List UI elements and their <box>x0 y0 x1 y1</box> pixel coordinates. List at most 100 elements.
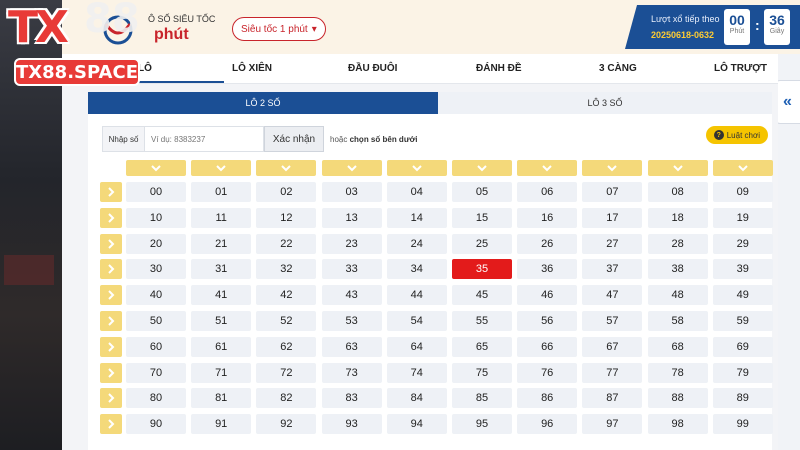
row-select-1[interactable] <box>100 207 122 228</box>
number-cell-88[interactable]: 88 <box>647 388 708 409</box>
number-cell-18[interactable]: 18 <box>647 207 708 228</box>
number-cell-34[interactable]: 34 <box>386 259 447 280</box>
number-cell-27[interactable]: 27 <box>582 233 643 254</box>
number-cell-99[interactable]: 99 <box>712 414 773 435</box>
speed-select[interactable]: Siêu tốc 1 phút ▾ <box>232 17 326 41</box>
number-cell-66[interactable]: 66 <box>517 336 578 357</box>
number-cell-74[interactable]: 74 <box>386 362 447 383</box>
column-select-3[interactable] <box>321 160 382 176</box>
column-select-7[interactable] <box>582 160 643 176</box>
number-cell-68[interactable]: 68 <box>647 336 708 357</box>
nav-item-3-cang[interactable]: 3 CÀNG <box>599 63 637 74</box>
number-cell-97[interactable]: 97 <box>582 414 643 435</box>
number-cell-78[interactable]: 78 <box>647 362 708 383</box>
number-cell-06[interactable]: 06 <box>517 182 578 202</box>
number-cell-09[interactable]: 09 <box>712 182 773 202</box>
row-select-5[interactable] <box>100 311 122 331</box>
number-cell-00[interactable]: 00 <box>126 182 186 202</box>
number-cell-61[interactable]: 61 <box>191 336 252 357</box>
number-cell-08[interactable]: 08 <box>647 182 708 202</box>
column-select-5[interactable] <box>452 160 512 176</box>
number-cell-38[interactable]: 38 <box>647 259 708 280</box>
number-cell-57[interactable]: 57 <box>582 311 643 331</box>
number-cell-21[interactable]: 21 <box>191 233 252 254</box>
number-cell-20[interactable]: 20 <box>126 233 186 254</box>
row-select-7[interactable] <box>100 362 122 383</box>
number-cell-85[interactable]: 85 <box>452 388 512 409</box>
number-cell-22[interactable]: 22 <box>256 233 317 254</box>
number-cell-73[interactable]: 73 <box>321 362 382 383</box>
number-cell-83[interactable]: 83 <box>321 388 382 409</box>
tab-lo-3-so[interactable]: LÔ 3 SỐ <box>438 92 772 114</box>
number-cell-98[interactable]: 98 <box>647 414 708 435</box>
number-cell-56[interactable]: 56 <box>517 311 578 331</box>
number-cell-13[interactable]: 13 <box>321 207 382 228</box>
number-cell-33[interactable]: 33 <box>321 259 382 280</box>
column-select-4[interactable] <box>386 160 447 176</box>
number-cell-48[interactable]: 48 <box>647 285 708 306</box>
number-cell-54[interactable]: 54 <box>386 311 447 331</box>
tab-lo-2-so[interactable]: LÔ 2 SỐ <box>88 92 438 114</box>
column-select-2[interactable] <box>256 160 317 176</box>
number-cell-04[interactable]: 04 <box>386 182 447 202</box>
number-cell-62[interactable]: 62 <box>256 336 317 357</box>
number-cell-39[interactable]: 39 <box>712 259 773 280</box>
number-cell-23[interactable]: 23 <box>321 233 382 254</box>
row-select-2[interactable] <box>100 233 122 254</box>
number-cell-30[interactable]: 30 <box>126 259 186 280</box>
number-cell-69[interactable]: 69 <box>712 336 773 357</box>
number-cell-84[interactable]: 84 <box>386 388 447 409</box>
column-select-9[interactable] <box>712 160 773 176</box>
row-select-8[interactable] <box>100 388 122 409</box>
number-cell-93[interactable]: 93 <box>321 414 382 435</box>
column-select-6[interactable] <box>517 160 578 176</box>
number-cell-28[interactable]: 28 <box>647 233 708 254</box>
rules-button[interactable]: ? Luật chơi <box>705 126 768 144</box>
number-cell-15[interactable]: 15 <box>452 207 512 228</box>
row-select-0[interactable] <box>100 182 122 202</box>
number-cell-40[interactable]: 40 <box>126 285 186 306</box>
number-cell-07[interactable]: 07 <box>582 182 643 202</box>
number-cell-03[interactable]: 03 <box>321 182 382 202</box>
number-cell-05[interactable]: 05 <box>452 182 512 202</box>
number-cell-65[interactable]: 65 <box>452 336 512 357</box>
number-cell-44[interactable]: 44 <box>386 285 447 306</box>
number-cell-35[interactable]: 35 <box>452 259 512 280</box>
number-cell-94[interactable]: 94 <box>386 414 447 435</box>
row-select-9[interactable] <box>100 414 122 435</box>
number-cell-76[interactable]: 76 <box>517 362 578 383</box>
number-cell-12[interactable]: 12 <box>256 207 317 228</box>
number-cell-59[interactable]: 59 <box>712 311 773 331</box>
number-cell-64[interactable]: 64 <box>386 336 447 357</box>
number-cell-89[interactable]: 89 <box>712 388 773 409</box>
number-cell-02[interactable]: 02 <box>256 182 317 202</box>
number-cell-81[interactable]: 81 <box>191 388 252 409</box>
number-cell-47[interactable]: 47 <box>582 285 643 306</box>
nav-item-dau-duoi[interactable]: ĐẦU ĐUÔI <box>348 63 397 74</box>
number-cell-67[interactable]: 67 <box>582 336 643 357</box>
row-select-6[interactable] <box>100 336 122 357</box>
number-cell-53[interactable]: 53 <box>321 311 382 331</box>
number-cell-10[interactable]: 10 <box>126 207 186 228</box>
nav-item-danh-de[interactable]: ĐÁNH ĐỀ <box>476 63 522 74</box>
number-cell-52[interactable]: 52 <box>256 311 317 331</box>
nav-item-lo-truot[interactable]: LÔ TRƯỢT <box>714 63 767 74</box>
number-cell-96[interactable]: 96 <box>517 414 578 435</box>
column-select-0[interactable] <box>126 160 186 176</box>
number-cell-91[interactable]: 91 <box>191 414 252 435</box>
number-cell-75[interactable]: 75 <box>452 362 512 383</box>
number-cell-50[interactable]: 50 <box>126 311 186 331</box>
number-cell-45[interactable]: 45 <box>452 285 512 306</box>
number-cell-14[interactable]: 14 <box>386 207 447 228</box>
number-cell-70[interactable]: 70 <box>126 362 186 383</box>
column-select-8[interactable] <box>647 160 708 176</box>
number-cell-55[interactable]: 55 <box>452 311 512 331</box>
number-cell-72[interactable]: 72 <box>256 362 317 383</box>
number-cell-16[interactable]: 16 <box>517 207 578 228</box>
column-select-1[interactable] <box>191 160 252 176</box>
number-input[interactable] <box>144 126 264 152</box>
number-cell-41[interactable]: 41 <box>191 285 252 306</box>
number-cell-51[interactable]: 51 <box>191 311 252 331</box>
confirm-button[interactable]: Xác nhận <box>264 126 324 152</box>
number-cell-77[interactable]: 77 <box>582 362 643 383</box>
